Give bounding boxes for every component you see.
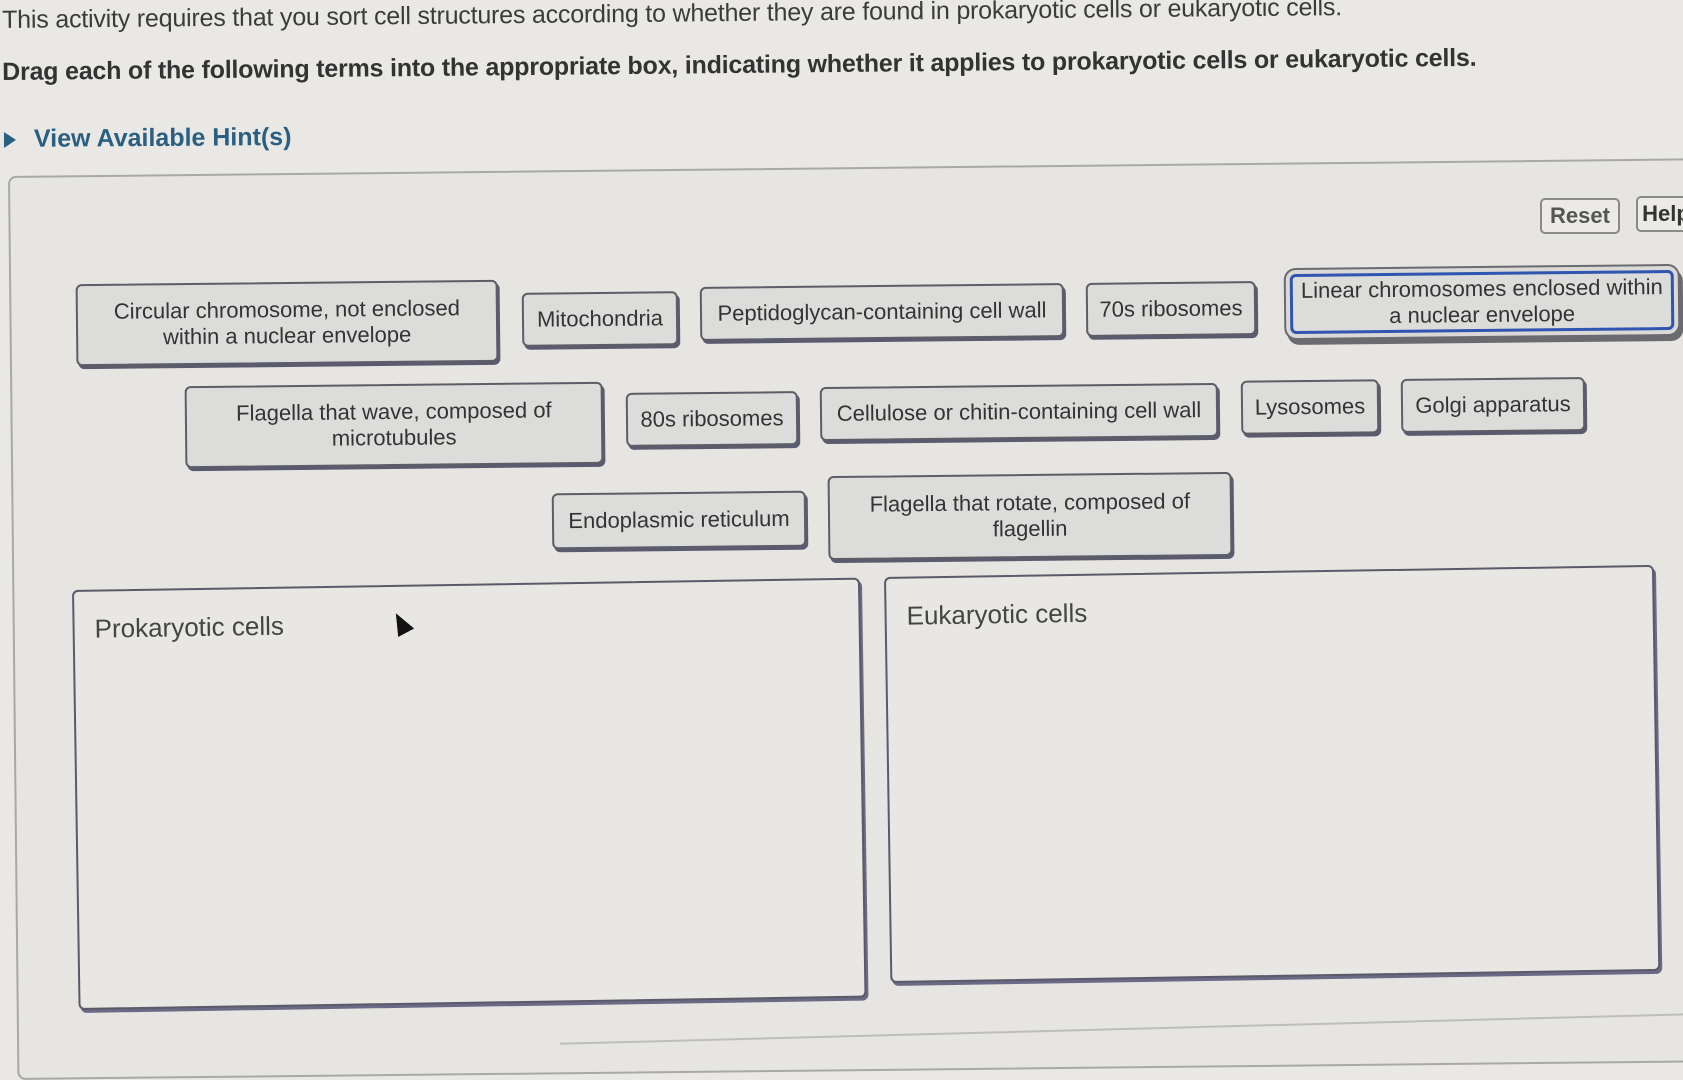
prokaryotic-dropzone[interactable]: Prokaryotic cells [72,577,867,1010]
drag-instruction: Drag each of the following terms into th… [2,43,1477,86]
term-tile-circular-chromosome[interactable]: Circular chromosome, not enclosed within… [75,279,499,367]
eukaryotic-dropzone[interactable]: Eukaryotic cells [884,564,1661,983]
term-tile-flagella-rotate[interactable]: Flagella that rotate, composed of flagel… [827,471,1233,561]
activity-description: This activity requires that you sort cel… [2,0,1343,34]
term-tile-flagella-wave[interactable]: Flagella that wave, composed of microtub… [184,381,604,469]
term-tile-70s-ribosomes[interactable]: 70s ribosomes [1085,281,1257,337]
term-tile-linear-chromosomes[interactable]: Linear chromosomes enclosed within a nuc… [1289,269,1675,335]
term-tile-golgi-apparatus[interactable]: Golgi apparatus [1400,377,1586,433]
term-tile-cellulose-chitin-cell-wall[interactable]: Cellulose or chitin-containing cell wall [819,382,1219,442]
term-tile-80s-ribosomes[interactable]: 80s ribosomes [625,391,799,447]
term-tile-lysosomes[interactable]: Lysosomes [1240,379,1380,435]
reset-button[interactable]: Reset [1540,198,1620,234]
eukaryotic-dropzone-title: Eukaryotic cells [906,597,1088,631]
term-tile-endoplasmic-reticulum[interactable]: Endoplasmic reticulum [551,490,807,550]
triangle-right-icon [3,131,17,148]
help-button[interactable]: Help [1636,196,1683,232]
term-tile-peptidoglycan-cell-wall[interactable]: Peptidoglycan-containing cell wall [699,283,1065,341]
view-hints-toggle[interactable]: View Available Hint(s) [3,122,292,154]
term-tile-mitochondria[interactable]: Mitochondria [521,291,679,347]
prokaryotic-dropzone-title: Prokaryotic cells [94,610,285,644]
view-hints-label: View Available Hint(s) [33,122,292,153]
